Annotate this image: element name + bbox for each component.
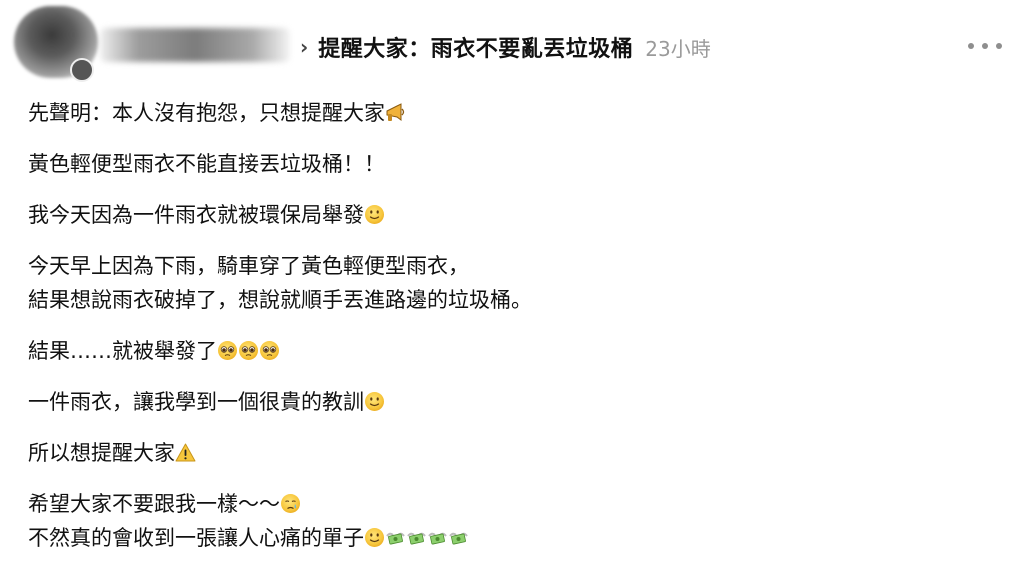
paragraph: 結果……就被舉發了 <box>28 334 998 368</box>
money-with-wings-icon <box>427 527 448 548</box>
paragraph: 所以想提醒大家 <box>28 436 998 470</box>
paragraph-text: 結果想說雨衣破掉了，想說就順手丟進路邊的垃圾桶。 <box>28 288 532 312</box>
megaphone-icon <box>385 102 406 123</box>
paragraph: 今天早上因為下雨，騎車穿了黃色輕便型雨衣， 結果想說雨衣破掉了，想說就順手丟進路… <box>28 249 998 317</box>
paragraph: 一件雨衣，讓我學到一個很貴的教訓 <box>28 385 998 419</box>
pleading-face-icon <box>259 340 280 361</box>
paragraph: 我今天因為一件雨衣就被環保局舉發 <box>28 198 998 232</box>
post-title-row: › 提醒大家：雨衣不要亂丟垃圾桶 23小時 <box>300 30 711 64</box>
paragraph-text: 先聲明：本人沒有抱怨，只想提醒大家 <box>28 101 385 125</box>
paragraph: 希望大家不要跟我一樣～～ 不然真的會收到一張讓人心痛的單子 <box>28 487 998 555</box>
slightly-smiling-face-icon <box>364 204 385 225</box>
paragraph-text: 不然真的會收到一張讓人心痛的單子 <box>28 526 364 550</box>
post-body: 先聲明：本人沒有抱怨，只想提醒大家 黃色輕便型雨衣不能直接丟垃圾桶！！ 我今天因… <box>28 96 998 572</box>
warning-icon <box>175 442 196 463</box>
money-with-wings-icon <box>385 527 406 548</box>
money-with-wings-icon <box>448 527 469 548</box>
paragraph: 先聲明：本人沒有抱怨，只想提醒大家 <box>28 96 998 130</box>
more-options-icon[interactable] <box>968 36 1002 56</box>
slightly-smiling-face-icon <box>364 391 385 412</box>
post-header: › 提醒大家：雨衣不要亂丟垃圾桶 23小時 <box>0 0 1024 90</box>
post-timestamp: 23小時 <box>645 36 711 61</box>
paragraph-text: 今天早上因為下雨，騎車穿了黃色輕便型雨衣， <box>28 254 469 278</box>
money-with-wings-icon <box>406 527 427 548</box>
paragraph-text: 結果……就被舉發了 <box>28 339 217 363</box>
post-title[interactable]: 提醒大家：雨衣不要亂丟垃圾桶 <box>318 31 633 63</box>
pleading-face-icon <box>238 340 259 361</box>
paragraph: 黃色輕便型雨衣不能直接丟垃圾桶！！ <box>28 147 998 181</box>
pleading-face-icon <box>217 340 238 361</box>
avatar-badge <box>70 58 94 82</box>
crying-face-icon <box>280 493 301 514</box>
username-redacted[interactable] <box>100 28 290 62</box>
paragraph-text: 希望大家不要跟我一樣～～ <box>28 492 280 516</box>
paragraph-text: 一件雨衣，讓我學到一個很貴的教訓 <box>28 390 364 414</box>
chevron-right-icon[interactable]: › <box>300 37 308 57</box>
paragraph-text: 黃色輕便型雨衣不能直接丟垃圾桶！！ <box>28 152 385 176</box>
paragraph-text: 所以想提醒大家 <box>28 441 175 465</box>
paragraph-text: 我今天因為一件雨衣就被環保局舉發 <box>28 203 364 227</box>
slightly-smiling-face-icon <box>364 527 385 548</box>
